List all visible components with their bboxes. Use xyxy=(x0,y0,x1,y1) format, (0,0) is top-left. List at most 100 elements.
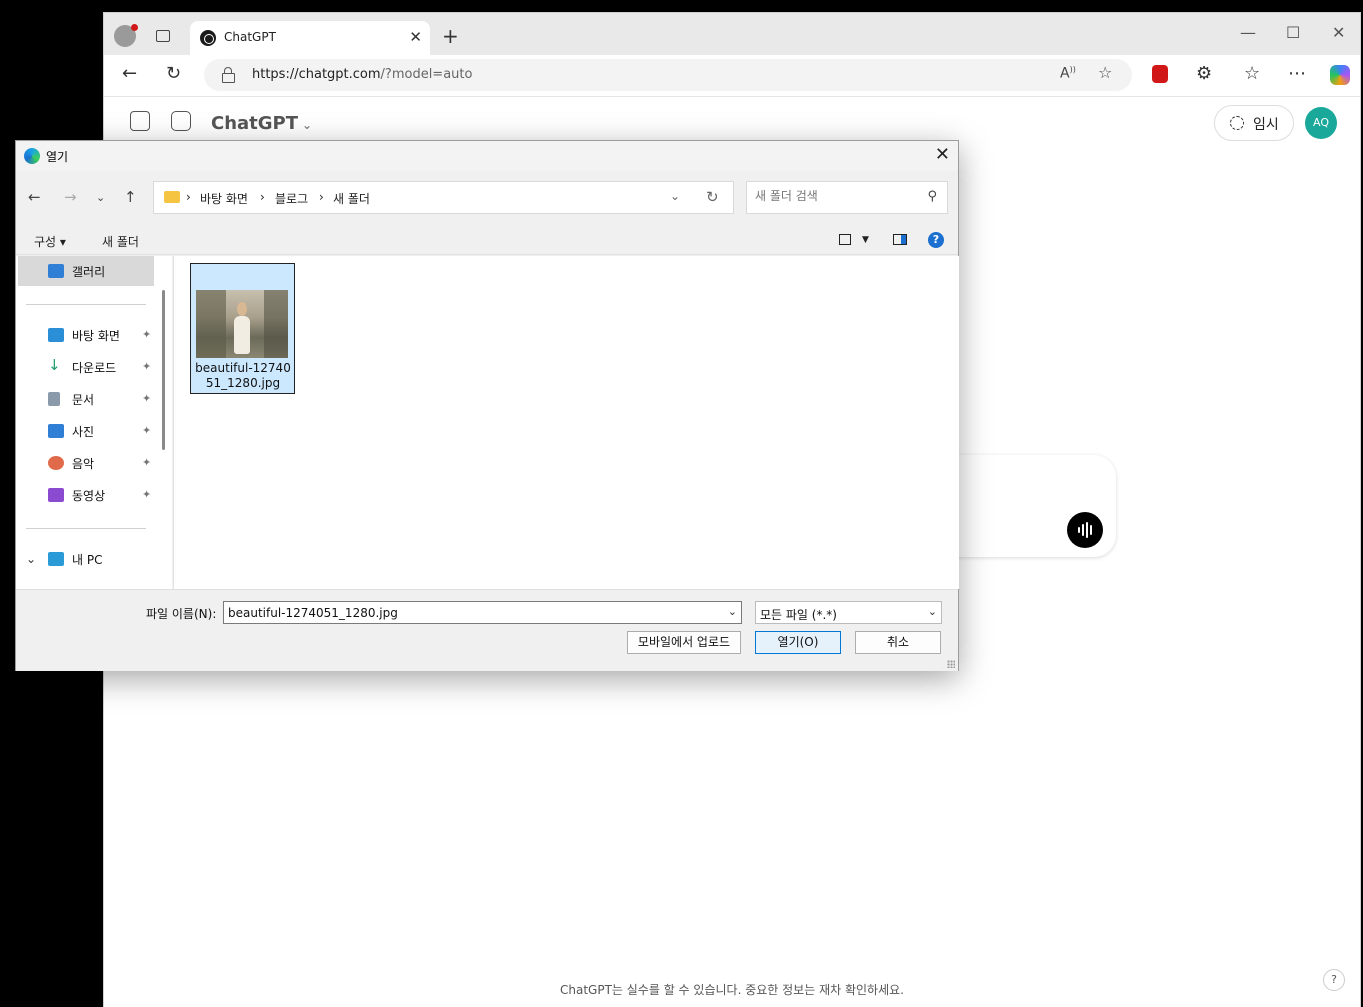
pin-icon: ✦ xyxy=(142,360,152,373)
filename-value: beautiful-1274051_1280.jpg xyxy=(228,606,398,620)
breadcrumb-blog[interactable]: 블로그 xyxy=(275,190,308,207)
opera-extension-icon[interactable] xyxy=(1152,65,1168,83)
browser-toolbar: ← ↻ https://chatgpt.com/?model=auto A)) … xyxy=(104,55,1360,97)
open-button[interactable]: 열기(O) xyxy=(755,631,841,654)
profile-button[interactable] xyxy=(114,24,138,47)
filename-label: 파일 이름(N): xyxy=(146,607,217,621)
tab-chatgpt[interactable]: ChatGPT ✕ xyxy=(190,21,430,55)
nav-item-pictures[interactable]: 사진 ✦ xyxy=(18,416,154,446)
maximize-button[interactable]: ☐ xyxy=(1286,23,1300,42)
openai-favicon-icon xyxy=(200,30,216,46)
back-icon[interactable]: ← xyxy=(28,188,41,206)
resize-grip[interactable] xyxy=(947,660,955,668)
sidebar-toggle-icon[interactable] xyxy=(130,111,150,131)
chevron-down-icon: ⌄ xyxy=(302,118,313,132)
search-icon[interactable]: ⚲ xyxy=(927,189,937,204)
pin-icon: ✦ xyxy=(142,328,152,341)
search-input[interactable] xyxy=(755,189,915,203)
avatar[interactable]: AQ xyxy=(1305,107,1337,139)
nav-item-label: 갤러리 xyxy=(72,265,106,279)
model-selector[interactable]: ChatGPT ⌄ xyxy=(211,113,312,134)
view-icon[interactable] xyxy=(839,234,851,245)
nav-item-videos[interactable]: 동영상 ✦ xyxy=(18,480,154,510)
nav-scrollbar[interactable] xyxy=(162,290,165,450)
refresh-icon[interactable]: ↻ xyxy=(166,63,181,84)
view-dropdown-icon[interactable]: ▼ xyxy=(862,235,869,245)
close-window-button[interactable]: ✕ xyxy=(1332,23,1345,42)
download-icon: ↓ xyxy=(48,356,61,374)
new-folder-button[interactable]: 새 폴더 xyxy=(102,233,139,250)
composer[interactable] xyxy=(934,455,1116,557)
pc-icon xyxy=(48,552,64,566)
tab-actions-icon[interactable] xyxy=(156,30,170,42)
search-box[interactable]: ⚲ xyxy=(746,181,948,214)
nav-item-downloads[interactable]: ↓ 다운로드 ✦ xyxy=(18,352,154,382)
more-menu-icon[interactable]: ⋯ xyxy=(1288,63,1306,84)
cancel-button[interactable]: 취소 xyxy=(855,631,941,654)
disclaimer-text: ChatGPT는 실수를 할 수 있습니다. 중요한 정보는 재차 확인하세요. xyxy=(560,983,904,997)
forward-icon[interactable]: → xyxy=(64,188,77,206)
desktop-icon xyxy=(48,328,64,342)
breadcrumb-new-folder[interactable]: 새 폴더 xyxy=(333,190,370,207)
filename-field[interactable]: beautiful-1274051_1280.jpg ⌄ xyxy=(223,601,742,624)
file-list-pane: beautiful-12740 51_1280.jpg xyxy=(173,256,959,589)
preview-pane-icon[interactable] xyxy=(893,234,907,245)
divider xyxy=(26,528,146,529)
read-aloud-icon[interactable]: A)) xyxy=(1060,65,1076,82)
nav-item-label: 바탕 화면 xyxy=(72,329,120,343)
nav-item-this-pc[interactable]: 내 PC xyxy=(18,544,154,574)
favorites-icon[interactable]: ☆ xyxy=(1244,63,1260,84)
address-bar[interactable]: https://chatgpt.com/?model=auto A)) ☆ xyxy=(204,59,1132,91)
filetype-select[interactable]: 모든 파일 (*.*) ⌄ xyxy=(755,601,942,624)
file-item[interactable]: beautiful-12740 51_1280.jpg xyxy=(190,263,295,394)
favorite-star-icon[interactable]: ☆ xyxy=(1098,63,1112,82)
nav-item-gallery[interactable]: 갤러리 xyxy=(18,256,154,286)
temporary-chat-button[interactable]: 임시 xyxy=(1214,105,1294,141)
dialog-footer: 파일 이름(N): beautiful-1274051_1280.jpg ⌄ 모… xyxy=(16,589,958,671)
tab-title: ChatGPT xyxy=(224,30,276,44)
open-file-dialog: 열기 ✕ ← → ⌄ ↑ › 바탕 화면 › 블로그 › 새 폴더 ⌄ ↻ ⚲ … xyxy=(15,140,959,671)
image-thumbnail xyxy=(196,290,288,358)
nav-item-desktop[interactable]: 바탕 화면 ✦ xyxy=(18,320,154,350)
file-name: beautiful-12740 51_1280.jpg xyxy=(195,361,291,390)
help-icon[interactable]: ? xyxy=(928,232,944,248)
tab-close-icon[interactable]: ✕ xyxy=(409,28,422,46)
pin-icon: ✦ xyxy=(142,392,152,405)
edge-browser-icon xyxy=(24,148,40,164)
help-button[interactable]: ? xyxy=(1323,969,1345,991)
filetype-value: 모든 파일 (*.*) xyxy=(760,608,837,622)
nav-item-label: 문서 xyxy=(72,393,95,407)
gallery-icon xyxy=(48,264,64,278)
nav-item-documents[interactable]: 문서 ✦ xyxy=(18,384,154,414)
extensions-icon[interactable]: ⚙ xyxy=(1196,63,1212,84)
nav-item-label: 내 PC xyxy=(72,553,103,567)
chevron-down-icon[interactable]: ⌄ xyxy=(728,605,737,618)
nav-item-label: 다운로드 xyxy=(72,361,117,375)
command-bar: 구성 ▾ 새 폴더 ▼ ? xyxy=(16,225,958,255)
new-chat-icon[interactable] xyxy=(171,111,191,131)
pin-icon: ✦ xyxy=(142,424,152,437)
chevron-down-icon[interactable]: ⌄ xyxy=(928,605,937,618)
new-tab-icon[interactable]: + xyxy=(442,24,459,48)
pin-icon: ✦ xyxy=(142,456,152,469)
up-folder-icon[interactable]: ↑ xyxy=(124,188,137,206)
back-icon[interactable]: ← xyxy=(122,63,137,84)
dialog-close-button[interactable]: ✕ xyxy=(935,144,950,165)
chevron-down-icon[interactable]: ⌄ xyxy=(670,189,680,203)
divider xyxy=(26,304,146,305)
copilot-icon[interactable] xyxy=(1330,65,1350,85)
breadcrumb[interactable]: › 바탕 화면 › 블로그 › 새 폴더 ⌄ ↻ xyxy=(153,181,734,214)
voice-mode-button[interactable] xyxy=(1067,512,1103,548)
temporary-chat-label: 임시 xyxy=(1253,117,1279,133)
music-icon xyxy=(48,456,64,470)
recent-locations-icon[interactable]: ⌄ xyxy=(96,191,105,204)
refresh-icon[interactable]: ↻ xyxy=(706,188,719,206)
lock-icon[interactable] xyxy=(222,67,235,83)
nav-item-label: 동영상 xyxy=(72,489,106,503)
dialog-nav-row: ← → ⌄ ↑ › 바탕 화면 › 블로그 › 새 폴더 ⌄ ↻ ⚲ xyxy=(16,181,958,215)
breadcrumb-desktop[interactable]: 바탕 화면 xyxy=(200,190,248,207)
organize-button[interactable]: 구성 ▾ xyxy=(34,233,66,250)
upload-from-mobile-button[interactable]: 모바일에서 업로드 xyxy=(627,631,741,654)
nav-item-music[interactable]: 음악 ✦ xyxy=(18,448,154,478)
minimize-button[interactable]: — xyxy=(1240,23,1256,42)
